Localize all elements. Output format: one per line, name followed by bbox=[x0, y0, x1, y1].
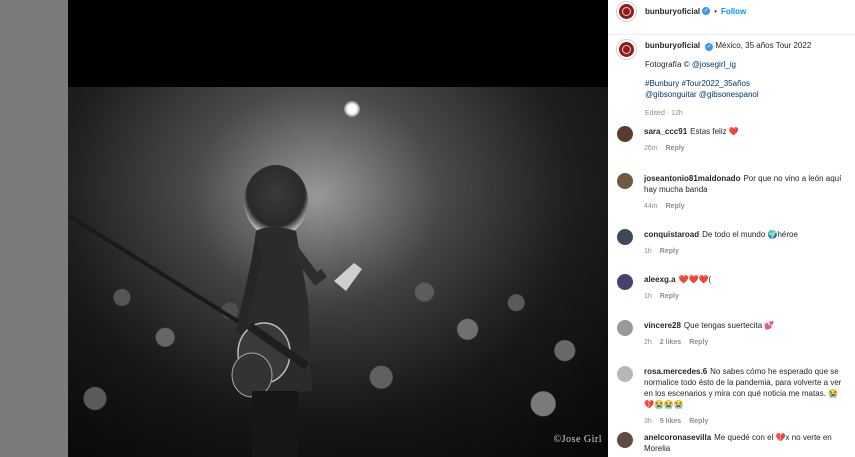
brand-logo-icon[interactable] bbox=[617, 1, 636, 21]
verified-badge-icon: ✓ bbox=[705, 43, 714, 51]
comment-item: anelcoronasevilla Me quedé con el 💔x no v… bbox=[608, 432, 855, 454]
reply-button[interactable]: Reply bbox=[660, 246, 679, 257]
post-media: ©Jose Girl bbox=[68, 0, 608, 457]
comment-text: Estas feliz ❤️ bbox=[690, 127, 739, 136]
comment-username[interactable]: aleexg.a bbox=[644, 275, 676, 284]
comment-item: aleexg.a ❤️❤️❤️( 1h Reply bbox=[608, 274, 855, 302]
concert-photo: ©Jose Girl bbox=[68, 87, 608, 457]
post-sidebar: bunburyoficial ✓ • Follow bunburyoficial… bbox=[608, 0, 855, 457]
comment-time: 26m bbox=[644, 145, 658, 152]
comment-item: rosa.mercedes.6 No sabes cómo he esperado… bbox=[608, 366, 855, 427]
comment-username[interactable]: joseantonio81maldonado bbox=[644, 174, 740, 183]
post-header: bunburyoficial ✓ • Follow bbox=[608, 0, 855, 35]
reply-button[interactable]: Reply bbox=[666, 201, 685, 212]
comment-thread[interactable]: bunburyoficial ✓ México, 35 años Tour 202… bbox=[608, 36, 855, 457]
comment-text: ❤️❤️❤️( bbox=[678, 275, 712, 284]
photo-credit: ©Jose Girl bbox=[553, 434, 602, 445]
comment-username[interactable]: sara_ccc91 bbox=[644, 127, 687, 136]
reply-button[interactable]: Reply bbox=[689, 337, 708, 348]
performer-silhouette bbox=[231, 165, 362, 457]
separator-dot: • bbox=[714, 6, 717, 16]
comment-item: joseantonio81maldonado Por que no vino a … bbox=[608, 173, 855, 212]
avatar[interactable] bbox=[617, 366, 633, 382]
reply-button[interactable]: Reply bbox=[689, 416, 708, 427]
comment-time: 1h bbox=[644, 293, 652, 300]
hashtag-links[interactable]: #Bunbury #Tour2022_35años bbox=[645, 78, 811, 89]
comment-item: conquistaroad De todo el mundo 🌍héroe 1h R… bbox=[608, 229, 855, 257]
comment-username[interactable]: vincere28 bbox=[644, 321, 681, 330]
photographer-link[interactable]: @josegirl_ig bbox=[692, 60, 736, 69]
edited-timestamp: Edited · 12h bbox=[645, 110, 683, 117]
comment-username[interactable]: anelcoronasevilla bbox=[644, 433, 711, 442]
comment-time: 44m bbox=[644, 203, 658, 210]
header-username[interactable]: bunburyoficial bbox=[645, 7, 700, 16]
avatar[interactable] bbox=[617, 320, 633, 336]
mention-links[interactable]: @gibsonguitar @gibsonespanol bbox=[645, 89, 811, 100]
comment-text: Que tengas suertecita 💕 bbox=[683, 321, 775, 330]
photo-credit-prefix: Fotografía © bbox=[645, 60, 692, 69]
avatar[interactable] bbox=[617, 173, 633, 189]
avatar[interactable] bbox=[617, 432, 633, 448]
brand-logo-icon[interactable] bbox=[617, 40, 636, 59]
reply-button[interactable]: Reply bbox=[666, 143, 685, 154]
comment-item: vincere28 Que tengas suertecita 💕 2h 2 lik… bbox=[608, 320, 855, 348]
comment-username[interactable]: conquistaroad bbox=[644, 230, 699, 239]
comment-item: sara_ccc91 Estas feliz ❤️ 26m Reply bbox=[608, 126, 855, 154]
comment-time: 2h bbox=[644, 339, 652, 346]
avatar[interactable] bbox=[617, 274, 633, 290]
comment-time: 3h bbox=[644, 418, 652, 425]
comment-text: De todo el mundo 🌍héroe bbox=[702, 230, 798, 239]
reply-button[interactable]: Reply bbox=[660, 291, 679, 302]
comment-time: 1h bbox=[644, 248, 652, 255]
caption-title: México, 35 años Tour 2022 bbox=[715, 41, 812, 50]
avatar[interactable] bbox=[617, 229, 633, 245]
caption-username[interactable]: bunburyoficial bbox=[645, 41, 700, 50]
stage-light bbox=[344, 101, 360, 117]
comment-likes[interactable]: 5 likes bbox=[660, 416, 681, 427]
verified-badge-icon: ✓ bbox=[702, 7, 711, 15]
follow-button[interactable]: Follow bbox=[721, 7, 746, 16]
overlay-backdrop[interactable] bbox=[0, 0, 68, 457]
caption: bunburyoficial ✓ México, 35 años Tour 202… bbox=[608, 36, 855, 119]
comment-likes[interactable]: 2 likes bbox=[660, 337, 681, 348]
avatar[interactable] bbox=[617, 126, 633, 142]
comment-username[interactable]: rosa.mercedes.6 bbox=[644, 367, 707, 376]
